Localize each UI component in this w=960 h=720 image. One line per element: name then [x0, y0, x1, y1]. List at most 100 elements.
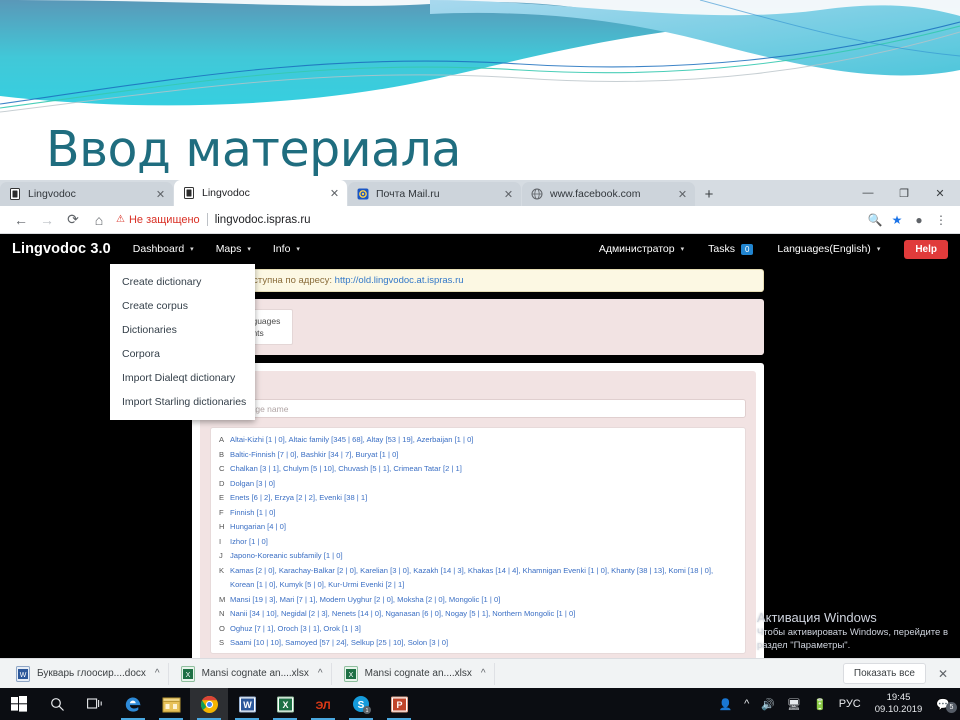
search-icon: [50, 697, 64, 711]
profile-icon[interactable]: ●: [908, 207, 930, 233]
nav-item-tasks[interactable]: Tasks 0: [708, 243, 754, 255]
reload-button[interactable]: ⟳: [60, 207, 86, 233]
language-names[interactable]: Kamas [2 | 0], Karachay-Balkar [2 | 0], …: [230, 564, 737, 593]
home-button[interactable]: ⌂: [86, 207, 112, 233]
language-names[interactable]: Japono-Koreanic subfamily [1 | 0]: [230, 549, 737, 564]
chevron-up-icon[interactable]: ^: [738, 698, 755, 710]
excel-doc-icon: X: [343, 665, 358, 682]
language-names[interactable]: Dolgan [3 | 0]: [230, 477, 737, 492]
security-status[interactable]: ⚠ Не защищено: [116, 214, 200, 226]
list-item: D Dolgan [3 | 0]: [217, 477, 739, 492]
language-names[interactable]: Baltic-Finnish [7 | 0], Bashkir [34 | 7]…: [230, 448, 737, 463]
nav-item-user[interactable]: Администратор ▾: [599, 243, 684, 255]
menu-item-create-dictionary[interactable]: Create dictionary: [110, 270, 255, 294]
browser-tab-3[interactable]: Почта Mail.ru ✕: [348, 182, 521, 206]
language-names[interactable]: Izhor [1 | 0]: [230, 535, 737, 550]
excel-button[interactable]: X: [266, 688, 304, 720]
browser-tab-4[interactable]: www.facebook.com ✕: [522, 182, 695, 206]
close-shelf-icon[interactable]: ✕: [938, 667, 948, 681]
site-brand[interactable]: Lingvodoc 3.0: [12, 241, 111, 257]
start-button[interactable]: [0, 688, 38, 720]
download-item-3[interactable]: X Mansi cognate an....xlsx ^: [336, 662, 495, 685]
tab-close-icon[interactable]: ✕: [502, 188, 515, 201]
chevron-up-icon[interactable]: ^: [318, 668, 323, 679]
address-bar[interactable]: ⚠ Не защищено lingvodoc.ispras.ru: [116, 209, 864, 231]
minimize-button[interactable]: —: [850, 180, 886, 206]
skype-icon: S 1: [352, 695, 371, 714]
tab-close-icon[interactable]: ✕: [676, 188, 689, 201]
language-names[interactable]: Chalkan [3 | 1], Chulym [5 | 10], Chuvas…: [230, 462, 737, 477]
people-icon[interactable]: 👤: [712, 698, 738, 711]
show-all-downloads-button[interactable]: Показать все: [842, 663, 926, 684]
list-item: S Saami [10 | 10], Samoyed [57 | 24], Se…: [217, 636, 739, 651]
language-names[interactable]: Altai-Kizhi [1 | 0], Altaic family [345 …: [230, 433, 737, 448]
mailru-icon: [357, 188, 369, 200]
nav-item-dashboard[interactable]: Dashboard ▾: [133, 243, 194, 255]
close-window-button[interactable]: ✕: [922, 180, 958, 206]
skype-button[interactable]: S 1: [342, 688, 380, 720]
browser-tab-1[interactable]: Lingvodoc ✕: [0, 182, 173, 206]
tab-title: Lingvodoc: [28, 188, 76, 200]
task-view-button[interactable]: [76, 688, 114, 720]
browser-tab-2[interactable]: Lingvodoc ✕: [174, 180, 347, 206]
windows-activation-watermark: Активация Windows Чтобы активировать Win…: [757, 610, 948, 652]
menu-item-dictionaries[interactable]: Dictionaries: [110, 318, 255, 342]
network-icon[interactable]: 🖥: [781, 698, 807, 711]
back-button[interactable]: ←: [8, 207, 34, 233]
menu-item-import-starling-dictionaries[interactable]: Import Starling dictionaries: [110, 390, 255, 414]
download-file-name: Mansi cognate an....xlsx: [201, 668, 309, 679]
menu-item-import-dialeqt-dictionary[interactable]: Import Dialeqt dictionary: [110, 366, 255, 390]
language-search-input[interactable]: ng language name: [210, 399, 746, 418]
battery-icon[interactable]: 🔋: [807, 698, 833, 711]
nav-item-languages[interactable]: Languages(English) ▾: [777, 243, 880, 255]
notifications-icon[interactable]: 💬 5: [930, 698, 957, 713]
volume-icon[interactable]: 🔊: [755, 698, 781, 711]
list-item: E Enets [6 | 2], Erzya [2 | 2], Evenki […: [217, 491, 739, 506]
windows-taskbar: W X ЭЛ S 1 P 👤 ^ 🔊 🖥 🔋 РУС 19:45 09.10.2…: [0, 688, 960, 720]
nav-item-maps[interactable]: Maps ▾: [216, 243, 251, 255]
language-names[interactable]: Finnish [1 | 0]: [230, 506, 737, 521]
download-item-1[interactable]: W Букварь глоосир....docx ^: [8, 662, 169, 685]
language-select-inner: uage ng language name A Altai-Kizhi [1 |…: [200, 371, 756, 658]
download-item-2[interactable]: X Mansi cognate an....xlsx ^: [173, 662, 332, 685]
store-button[interactable]: [152, 688, 190, 720]
help-button[interactable]: Help: [904, 239, 948, 259]
search-zoom-icon[interactable]: 🔍: [864, 207, 886, 233]
nav-item-info[interactable]: Info ▾: [273, 243, 300, 255]
edge-button[interactable]: [114, 688, 152, 720]
word-button[interactable]: W: [228, 688, 266, 720]
menu-item-corpora[interactable]: Corpora: [110, 342, 255, 366]
language-names[interactable]: Nanii [34 | 10], Negidal [2 | 3], Nenets…: [230, 607, 737, 622]
letter-label: E: [219, 493, 225, 502]
language-names[interactable]: Hungarian [4 | 0]: [230, 520, 737, 535]
language-indicator[interactable]: РУС: [833, 698, 867, 710]
chrome-button[interactable]: [190, 688, 228, 720]
star-icon[interactable]: ★: [886, 207, 908, 233]
clock[interactable]: 19:45 09.10.2019: [867, 692, 931, 716]
language-names[interactable]: Saami [10 | 10], Samoyed [57 | 24], Selk…: [230, 636, 737, 651]
tab-close-icon[interactable]: ✕: [328, 187, 341, 200]
tab-title: Lingvodoc: [202, 187, 250, 199]
chevron-up-icon[interactable]: ^: [481, 668, 486, 679]
search-button[interactable]: [38, 688, 76, 720]
menu-item-create-corpus[interactable]: Create corpus: [110, 294, 255, 318]
word-icon: W: [238, 696, 256, 712]
language-names[interactable]: Enets [6 | 2], Erzya [2 | 2], Evenki [38…: [230, 491, 737, 506]
powerpoint-button[interactable]: P: [380, 688, 418, 720]
alert-link[interactable]: http://old.lingvodoc.at.ispras.ru: [335, 275, 464, 286]
language-names[interactable]: Mansi [19 | 3], Mari [7 | 1], Modern Uyg…: [230, 593, 737, 608]
lingvodoc-icon: [10, 188, 20, 200]
maximize-button[interactable]: ❐: [886, 180, 922, 206]
three-dot-menu-icon[interactable]: ⋮: [930, 207, 952, 233]
user-label: Администратор: [598, 243, 675, 255]
new-tab-button[interactable]: +: [696, 182, 722, 206]
tab-close-icon[interactable]: ✕: [154, 188, 167, 201]
download-file-name: Mansi cognate an....xlsx: [364, 668, 472, 679]
elan-button[interactable]: ЭЛ: [304, 688, 342, 720]
chevron-up-icon[interactable]: ^: [155, 668, 160, 679]
svg-text:ЭЛ: ЭЛ: [315, 700, 330, 712]
forward-button[interactable]: →: [34, 207, 60, 233]
letter-label: N: [219, 609, 225, 618]
nav-item-label: Maps: [215, 243, 242, 255]
language-names[interactable]: Oghuz [7 | 1], Oroch [3 | 1], Orok [1 | …: [230, 622, 737, 637]
